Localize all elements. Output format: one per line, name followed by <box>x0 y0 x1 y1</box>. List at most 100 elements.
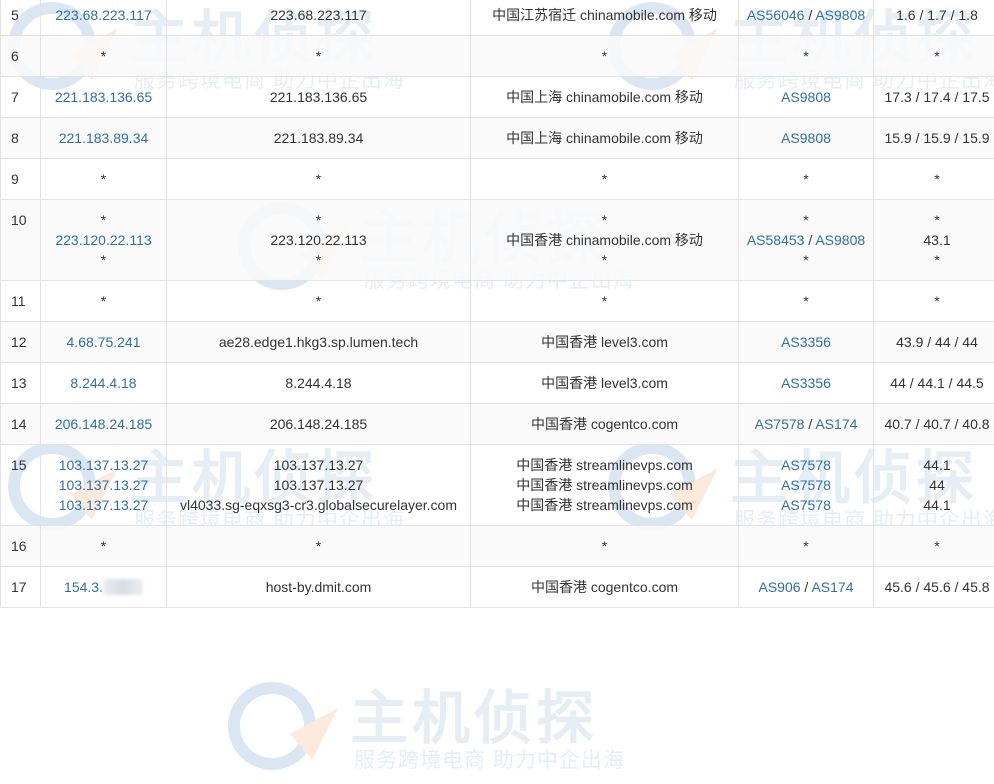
location: 中国香港 chinamobile.com 移动 <box>477 230 732 250</box>
latency-cell: 1.6 / 1.7 / 1.8 <box>874 0 994 36</box>
asn-link[interactable]: AS58453 <box>747 232 805 248</box>
asn-link[interactable]: AS7578 <box>781 497 831 513</box>
asn-separator: / <box>804 416 815 432</box>
asn-link[interactable]: AS9808 <box>815 7 865 23</box>
latency-value: 1.6 / 1.7 / 1.8 <box>880 5 994 25</box>
hostname-cell: 221.183.136.65 <box>167 77 471 118</box>
ip-timeout: * <box>47 46 160 66</box>
latency-cell: 40.7 / 40.7 / 40.8 <box>874 404 994 445</box>
asn-link[interactable]: AS3356 <box>781 334 831 350</box>
hostname-cell: ae28.edge1.hkg3.sp.lumen.tech <box>167 322 471 363</box>
asn-link[interactable]: AS3356 <box>781 375 831 391</box>
hostname: 221.183.136.65 <box>173 87 464 107</box>
location-cell: 中国香港 level3.com <box>471 363 739 404</box>
ip-link[interactable]: 154.3. <box>64 579 103 595</box>
ip-link[interactable]: 223.68.223.117 <box>47 5 160 25</box>
ip-cell: 221.183.136.65 <box>41 77 167 118</box>
hostname-cell: host-by.dmit.com <box>167 567 471 608</box>
asn-line: AS906 / AS174 <box>745 577 867 597</box>
ip-link[interactable]: 4.68.75.241 <box>47 332 160 352</box>
ip-timeout: * <box>47 210 160 230</box>
asn-cell: AS9808 <box>739 118 874 159</box>
hostname: ae28.edge1.hkg3.sp.lumen.tech <box>173 332 464 352</box>
hostname: 223.68.223.117 <box>173 5 464 25</box>
table-row: 15103.137.13.27103.137.13.27103.137.13.2… <box>1 445 994 526</box>
hostname: * <box>173 250 464 270</box>
hostname: host-by.dmit.com <box>173 577 464 597</box>
ip-link[interactable]: 223.120.22.113 <box>47 230 160 250</box>
latency-cell: 45.6 / 45.6 / 45.8 <box>874 567 994 608</box>
asn-cell: AS3356 <box>739 322 874 363</box>
location-cell: *中国香港 chinamobile.com 移动* <box>471 200 739 281</box>
asn-timeout: * <box>803 212 808 228</box>
ip-link[interactable]: 8.244.4.18 <box>47 373 160 393</box>
asn-link[interactable]: AS174 <box>815 416 857 432</box>
traceroute-table: 5223.68.223.117223.68.223.117中国江苏宿迁 chin… <box>0 0 994 608</box>
hostname: * <box>173 169 464 189</box>
ip-cell: * <box>41 526 167 567</box>
watermark: 主机侦探服务跨境电商 助力中企出海 <box>220 680 625 774</box>
ip-link[interactable]: 221.183.89.34 <box>47 128 160 148</box>
hop-cell: 12 <box>1 322 41 363</box>
ip-cell: 4.68.75.241 <box>41 322 167 363</box>
hostname-cell: * <box>167 36 471 77</box>
location-cell: * <box>471 281 739 322</box>
ip-link[interactable]: 206.148.24.185 <box>47 414 160 434</box>
asn-link[interactable]: AS9808 <box>781 89 831 105</box>
asn-timeout: * <box>803 293 808 309</box>
asn-cell: AS7578 / AS174 <box>739 404 874 445</box>
ip-link[interactable]: 221.183.136.65 <box>47 87 160 107</box>
ip-link[interactable]: 103.137.13.27 <box>47 495 160 515</box>
ip-link[interactable]: 103.137.13.27 <box>47 455 160 475</box>
latency-value: 43.9 / 44 / 44 <box>880 332 994 352</box>
latency-value: 40.7 / 40.7 / 40.8 <box>880 414 994 434</box>
asn-cell: * <box>739 526 874 567</box>
latency-value: * <box>880 169 994 189</box>
hop-cell: 5 <box>1 0 41 36</box>
table-row: 6***** <box>1 36 994 77</box>
latency-cell: * 43.1 * <box>874 200 994 281</box>
ip-cell: 221.183.89.34 <box>41 118 167 159</box>
asn-link[interactable]: AS906 <box>759 579 801 595</box>
location-cell: * <box>471 526 739 567</box>
ip-cell: * <box>41 36 167 77</box>
hostname: * <box>173 46 464 66</box>
table-row: 8221.183.89.34221.183.89.34中国上海 chinamob… <box>1 118 994 159</box>
hostname-cell: * <box>167 159 471 200</box>
asn-link[interactable]: AS174 <box>811 579 853 595</box>
ip-cell: 8.244.4.18 <box>41 363 167 404</box>
location: 中国上海 chinamobile.com 移动 <box>477 87 732 107</box>
hop-cell: 8 <box>1 118 41 159</box>
latency-cell: 44 / 44.1 / 44.5 <box>874 363 994 404</box>
ip-timeout: * <box>47 291 160 311</box>
asn-link[interactable]: AS7578 <box>781 477 831 493</box>
latency-cell: 43.9 / 44 / 44 <box>874 322 994 363</box>
location-cell: 中国香港 cogentco.com <box>471 567 739 608</box>
asn-timeout: * <box>803 538 808 554</box>
latency-cell: * <box>874 281 994 322</box>
location: 中国香港 level3.com <box>477 332 732 352</box>
location: 中国香港 cogentco.com <box>477 577 732 597</box>
asn-link[interactable]: AS7578 <box>781 457 831 473</box>
hostname: 8.244.4.18 <box>173 373 464 393</box>
table-row: 10*223.120.22.113**223.120.22.113**中国香港 … <box>1 200 994 281</box>
ip-cell: * <box>41 281 167 322</box>
hop-cell: 16 <box>1 526 41 567</box>
ip-cell: * <box>41 159 167 200</box>
latency-cell: * <box>874 526 994 567</box>
ip-link[interactable]: 103.137.13.27 <box>47 475 160 495</box>
hostname: vl4033.sg-eqxsg3-cr3.globalsecurelayer.c… <box>173 495 464 515</box>
asn-cell: AS9808 <box>739 77 874 118</box>
asn-link[interactable]: AS56046 <box>747 7 805 23</box>
watermark-slogan: 服务跨境电商 助力中企出海 <box>354 748 625 774</box>
asn-link[interactable]: AS9808 <box>781 130 831 146</box>
asn-line: AS3356 <box>745 373 867 393</box>
hop-cell: 10 <box>1 200 41 281</box>
asn-cell: *AS58453 / AS9808* <box>739 200 874 281</box>
asn-link[interactable]: AS7578 <box>755 416 805 432</box>
hop-cell: 15 <box>1 445 41 526</box>
location: 中国香港 cogentco.com <box>477 414 732 434</box>
location: 中国上海 chinamobile.com 移动 <box>477 128 732 148</box>
location-cell: 中国香港 level3.com <box>471 322 739 363</box>
asn-link[interactable]: AS9808 <box>815 232 865 248</box>
